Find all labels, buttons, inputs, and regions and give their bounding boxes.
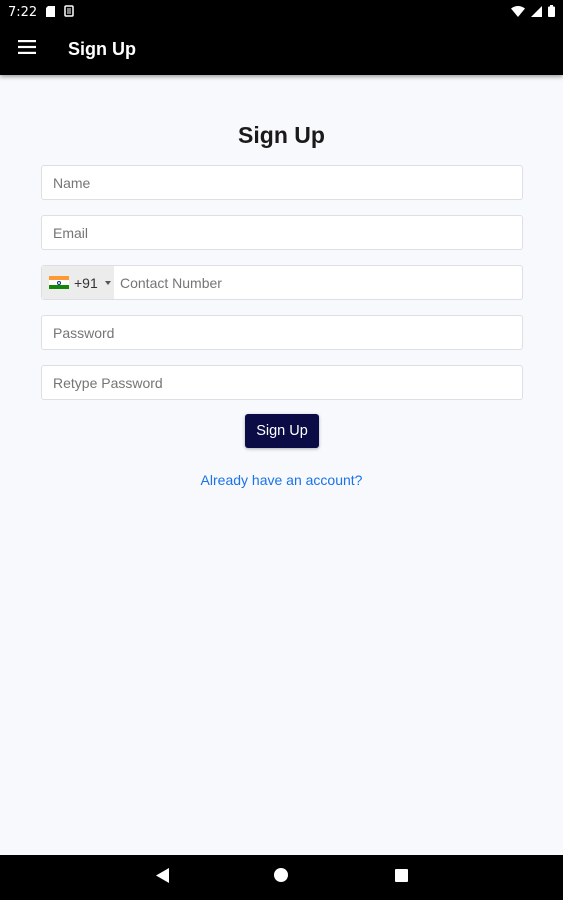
hamburger-menu-icon — [18, 40, 36, 59]
home-icon — [274, 868, 288, 887]
form-title: Sign Up — [238, 122, 325, 148]
country-code-select[interactable]: +91 — [42, 266, 114, 299]
back-button[interactable] — [132, 855, 192, 900]
name-input[interactable] — [41, 165, 523, 200]
app-bar-title: Sign Up — [68, 39, 136, 59]
storage-icon — [64, 4, 74, 20]
wifi-icon — [511, 5, 525, 20]
sd-card-icon — [46, 5, 56, 20]
recents-icon — [394, 868, 408, 887]
signal-icon — [531, 5, 542, 20]
recents-button[interactable] — [371, 855, 431, 900]
login-link[interactable]: Already have an account? — [0, 472, 563, 488]
status-left: 7:22 — [8, 5, 74, 20]
navigation-bar — [0, 855, 563, 900]
india-flag-icon — [49, 276, 69, 289]
status-bar: 7:22 — [0, 0, 563, 24]
chevron-down-icon — [104, 280, 111, 285]
back-icon — [155, 867, 169, 888]
app-bar: Sign Up — [0, 24, 563, 75]
password-input[interactable] — [41, 315, 523, 350]
retype-password-input[interactable] — [41, 365, 523, 400]
signup-button[interactable]: Sign Up — [245, 414, 319, 448]
home-button[interactable] — [251, 855, 311, 900]
signup-form: Sign Up +91 Sign Up Already have an acco… — [0, 75, 563, 855]
menu-button[interactable] — [0, 24, 54, 75]
status-time: 7:22 — [8, 4, 38, 20]
email-input[interactable] — [41, 215, 523, 250]
contact-number-input[interactable] — [114, 266, 522, 299]
dial-code: +91 — [74, 274, 98, 291]
phone-field: +91 — [41, 265, 523, 300]
battery-icon — [548, 4, 555, 20]
status-right — [511, 4, 555, 20]
